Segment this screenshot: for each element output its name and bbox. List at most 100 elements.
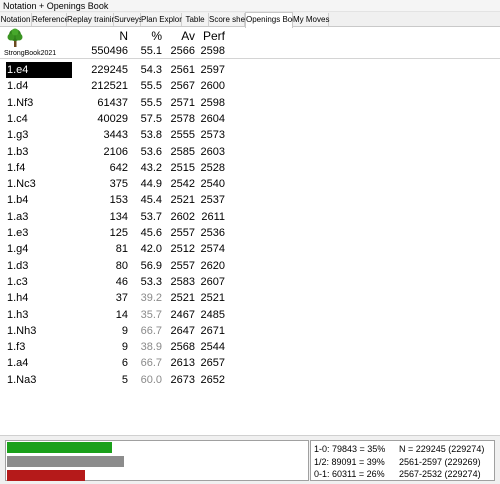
table-row[interactable]: 1.h4 37 39.2 2521 2521 <box>0 290 500 306</box>
table-row[interactable]: 1.e4 229245 54.3 2561 2597 <box>0 62 500 78</box>
table-row[interactable]: 1.c3 46 53.3 2583 2607 <box>0 274 500 290</box>
avg-rating-cell: 2555 <box>170 129 195 142</box>
table-row[interactable]: 1.d4 212521 55.5 2567 2600 <box>0 78 500 94</box>
move-cell: 1.a3 <box>7 210 29 223</box>
games-cell: 81 <box>115 243 128 256</box>
table-row[interactable]: 1.h3 14 35.7 2467 2485 <box>0 307 500 323</box>
avg-rating-cell: 2557 <box>170 227 195 239</box>
avg-rating-cell: 2542 <box>170 178 195 191</box>
table-row[interactable]: 1.g3 3443 53.8 2555 2573 <box>0 127 500 143</box>
totals-perf: 2598 <box>200 45 225 57</box>
avg-rating-cell: 2613 <box>170 357 195 370</box>
table-row[interactable]: 1.f4 642 43.2 2515 2528 <box>0 160 500 176</box>
tab-notation[interactable]: Notation <box>0 13 32 26</box>
results-bars <box>5 440 309 481</box>
column-header-pct[interactable]: % <box>128 28 162 44</box>
move-cell: 1.c3 <box>7 275 28 288</box>
score-pct-cell: 45.6 <box>140 227 162 239</box>
move-cell: 1.Nc3 <box>7 178 36 191</box>
table-row[interactable]: 1.c4 40029 57.5 2578 2604 <box>0 111 500 127</box>
column-header-n[interactable]: N <box>74 28 128 44</box>
avg-rating-cell: 2568 <box>170 341 195 354</box>
avg-rating-cell: 2571 <box>170 96 195 109</box>
performance-cell: 2603 <box>200 145 225 158</box>
games-cell: 61437 <box>97 96 128 109</box>
avg-rating-cell: 2521 <box>170 292 195 305</box>
avg-rating-cell: 2557 <box>170 259 195 272</box>
games-cell: 14 <box>115 308 128 321</box>
games-cell: 375 <box>109 178 128 191</box>
avg-rating-cell: 2567 <box>170 80 195 93</box>
table-row[interactable]: 1.b4 153 45.4 2521 2537 <box>0 192 500 208</box>
move-cell: 1.g3 <box>7 129 29 142</box>
performance-cell: 2657 <box>200 357 225 370</box>
column-header-perf[interactable]: Perf <box>195 28 225 44</box>
performance-cell: 2604 <box>200 112 225 125</box>
tab-surveys[interactable]: Surveys <box>114 13 143 26</box>
tab-plan-explorer[interactable]: Plan Explorer <box>141 13 189 26</box>
table-row[interactable]: 1.f3 9 38.9 2568 2544 <box>0 339 500 355</box>
totals-row: 550496 55.1 2566 2598 <box>0 43 500 59</box>
tab-replay-training[interactable]: Replay training <box>67 13 120 26</box>
tab-my-moves[interactable]: My Moves <box>293 13 329 26</box>
table-row[interactable]: 1.Na3 5 60.0 2673 2652 <box>0 372 500 388</box>
draws-bar <box>7 456 124 467</box>
move-cell: 1.a4 <box>7 357 29 370</box>
results-stats: 1-0: 79843 = 35% N = 229245 (229274) 1/2: … <box>310 440 495 481</box>
games-cell: 37 <box>115 292 128 305</box>
performance-cell: 2597 <box>200 64 225 76</box>
performance-cell: 2521 <box>200 292 225 305</box>
score-pct-cell: 53.6 <box>140 145 162 158</box>
move-cell: 1.d3 <box>7 259 29 272</box>
score-pct-cell: 53.7 <box>140 210 162 223</box>
move-cell: 1.Na3 <box>7 373 37 386</box>
table-row[interactable]: 1.d3 80 56.9 2557 2620 <box>0 258 500 274</box>
performance-cell: 2607 <box>200 275 225 288</box>
table-row[interactable]: 1.b3 2106 53.6 2585 2603 <box>0 144 500 160</box>
tab-openings-book[interactable]: Openings Book <box>245 12 301 28</box>
score-pct-cell: 43.2 <box>140 161 162 174</box>
result-stat-detail: N = 229245 (229274) <box>399 444 485 454</box>
totals-av: 2566 <box>170 45 195 57</box>
tab-reference[interactable]: Reference <box>32 13 69 26</box>
games-cell: 153 <box>109 194 128 207</box>
games-cell: 9 <box>121 324 128 337</box>
score-pct-cell: 57.5 <box>140 112 162 125</box>
column-header-av[interactable]: Av <box>162 28 195 44</box>
table-row[interactable]: 1.Nf3 61437 55.5 2571 2598 <box>0 95 500 111</box>
move-cell: 1.e3 <box>7 227 29 239</box>
performance-cell: 2600 <box>200 80 225 93</box>
avg-rating-cell: 2467 <box>170 308 195 321</box>
avg-rating-cell: 2647 <box>170 324 195 337</box>
performance-cell: 2620 <box>200 259 225 272</box>
score-pct-cell: 55.5 <box>140 80 162 93</box>
table-row[interactable]: 1.a3 134 53.7 2602 2611 <box>0 209 500 225</box>
table-row[interactable]: 1.a4 6 66.7 2613 2657 <box>0 355 500 371</box>
result-stat-label: 0-1: 60311 = 26% <box>314 469 385 479</box>
games-cell: 229245 <box>91 64 128 76</box>
avg-rating-cell: 2515 <box>170 161 195 174</box>
avg-rating-cell: 2578 <box>170 112 195 125</box>
move-cell: 1.b3 <box>7 145 29 158</box>
header-divider <box>0 58 500 59</box>
score-pct-cell: 60.0 <box>140 373 162 386</box>
tab-bar: Notation Reference Replay training Surveys P… <box>0 12 500 28</box>
performance-cell: 2611 <box>201 210 225 223</box>
table-row[interactable]: 1.Nc3 375 44.9 2542 2540 <box>0 176 500 192</box>
score-pct-cell: 55.5 <box>140 96 162 109</box>
performance-cell: 2671 <box>200 324 225 337</box>
openings-book-panel: StrongBook2021 N % Av Perf 550496 55.1 2… <box>0 28 500 434</box>
avg-rating-cell: 2585 <box>170 145 195 158</box>
table-row[interactable]: 1.Nh3 9 66.7 2647 2671 <box>0 323 500 339</box>
tab-table[interactable]: Table <box>182 13 209 26</box>
avg-rating-cell: 2521 <box>170 194 195 207</box>
table-row[interactable]: 1.g4 81 42.0 2512 2574 <box>0 241 500 257</box>
result-stat-label: 1/2: 89091 = 39% <box>314 456 385 467</box>
performance-cell: 2485 <box>200 308 225 321</box>
games-cell: 5 <box>121 373 128 386</box>
performance-cell: 2574 <box>200 243 225 256</box>
move-cell: 1.b4 <box>7 194 29 207</box>
tab-score-sheet[interactable]: Score sheet <box>209 13 252 26</box>
table-row[interactable]: 1.e3 125 45.6 2557 2536 <box>0 225 500 241</box>
performance-cell: 2536 <box>200 227 225 239</box>
